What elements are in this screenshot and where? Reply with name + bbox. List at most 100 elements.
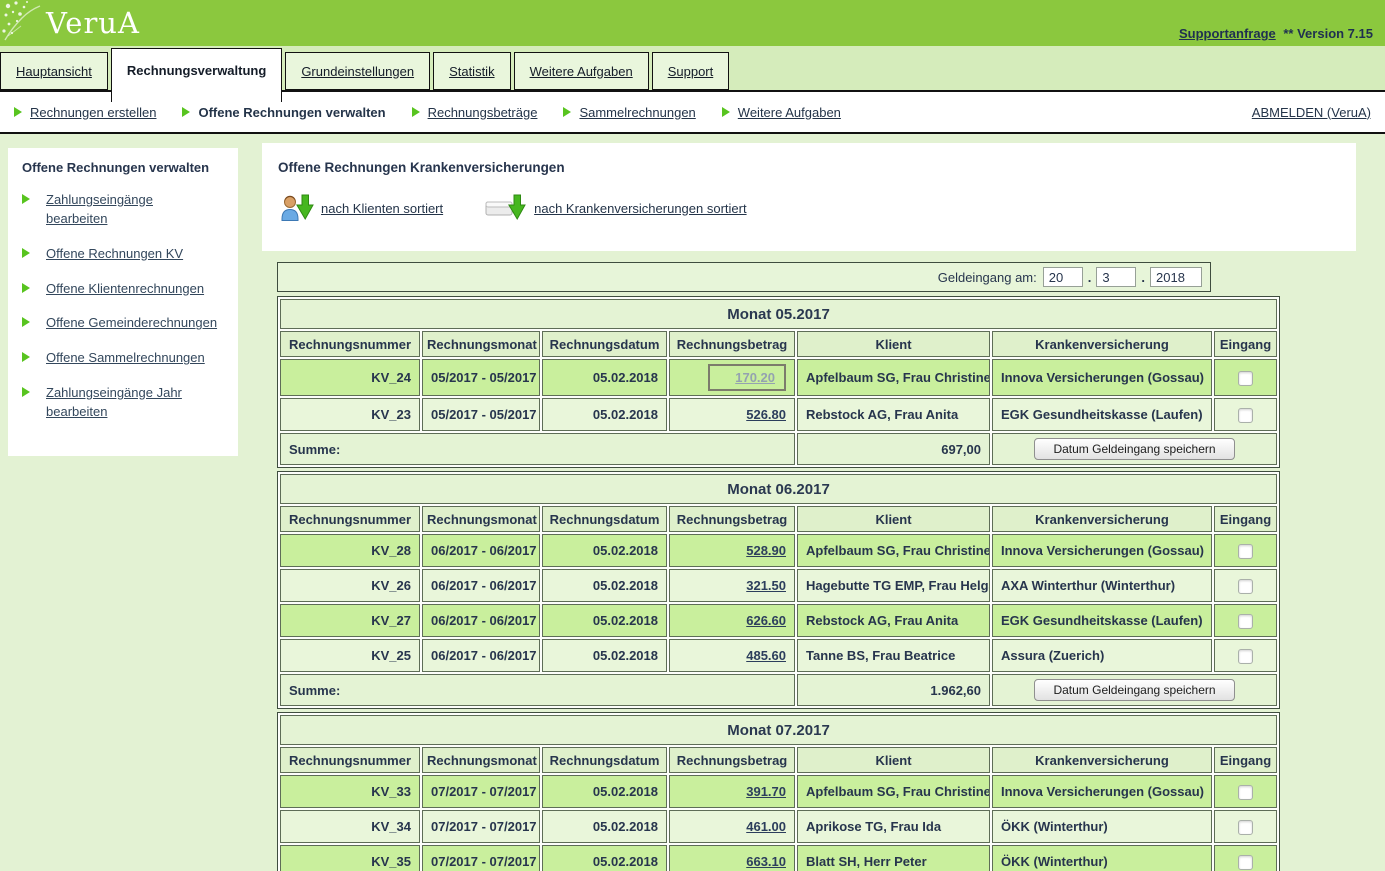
invoice-amount-link[interactable]: 663.10 (746, 854, 786, 869)
cell-rechnungsnummer: KV_25 (280, 639, 420, 672)
month-title: Monat 05.2017 (280, 299, 1277, 329)
subnav-offene-rechnungen-verwalten[interactable]: Offene Rechnungen verwalten (182, 105, 385, 120)
invoice-row: KV_3307/2017 - 07/201705.02.2018391.70Ap… (280, 775, 1277, 808)
column-header: Rechnungsbetrag (669, 506, 795, 532)
tab-hauptansicht[interactable]: Hauptansicht (0, 52, 108, 90)
summe-label: Summe: (280, 674, 795, 706)
cell-rechnungsnummer: KV_33 (280, 775, 420, 808)
arrow-right-icon (182, 107, 190, 117)
column-header: Klient (797, 747, 990, 773)
invoice-row: KV_2606/2017 - 06/201705.02.2018321.50Ha… (280, 569, 1277, 602)
summe-label: Summe: (280, 433, 795, 465)
eingang-checkbox[interactable] (1238, 371, 1253, 386)
geldeingang-day-input[interactable] (1043, 267, 1083, 287)
sort-by-insurance[interactable]: nach Krankenversicherungen sortiert (485, 193, 746, 223)
invoice-amount-link[interactable]: 461.00 (746, 819, 786, 834)
subnav-rechnungen-erstellen[interactable]: Rechnungen erstellen (14, 105, 156, 120)
cell-krankenversicherung: Innova Versicherungen (Gossau) (992, 534, 1212, 567)
cell-krankenversicherung: Innova Versicherungen (Gossau) (992, 359, 1212, 396)
cell-rechnungsnummer: KV_23 (280, 398, 420, 431)
column-header: Klient (797, 331, 990, 357)
column-header: Rechnungsmonat (422, 747, 540, 773)
invoice-amount-link[interactable]: 321.50 (746, 578, 786, 593)
cell-klient: Rebstock AG, Frau Anita (797, 604, 990, 637)
subnav-rechnungsbetraege[interactable]: Rechnungsbeträge (412, 105, 538, 120)
cell-rechnungsmonat: 05/2017 - 05/2017 (422, 359, 540, 396)
invoice-amount-link[interactable]: 170.20 (735, 370, 775, 385)
cell-eingang (1214, 359, 1277, 396)
eingang-checkbox[interactable] (1238, 820, 1253, 835)
cell-rechnungsmonat: 06/2017 - 06/2017 (422, 534, 540, 567)
version-label: ** Version 7.15 (1283, 26, 1373, 41)
cell-rechnungsdatum: 05.02.2018 (542, 359, 667, 396)
geldeingang-bar: Geldeingang am: . . (277, 262, 1211, 292)
cell-rechnungsbetrag: 321.50 (669, 569, 795, 602)
sidebar-item-offene-sammelrechnungen[interactable]: Offene Sammelrechnungen (22, 349, 218, 368)
summe-value: 1.962,60 (797, 674, 990, 706)
invoice-table-month: Monat 06.2017RechnungsnummerRechnungsmon… (277, 471, 1280, 709)
geldeingang-year-input[interactable] (1150, 267, 1202, 287)
logo: VeruA (2, 0, 140, 46)
month-title: Monat 06.2017 (280, 474, 1277, 504)
arrow-right-icon (22, 387, 30, 397)
save-date-button[interactable]: Datum Geldeingang speichern (1034, 679, 1234, 701)
top-brand-bar: VeruA Supportanfrage ** Version 7.15 (0, 0, 1385, 46)
tab-rechnungsverwaltung[interactable]: Rechnungsverwaltung (111, 48, 282, 102)
arrow-right-icon (22, 248, 30, 258)
verua-app-window: VeruA Supportanfrage ** Version 7.15 Hau… (0, 0, 1385, 871)
cell-eingang (1214, 639, 1277, 672)
invoice-amount-link[interactable]: 528.90 (746, 543, 786, 558)
tab-support[interactable]: Support (652, 52, 730, 90)
topbar-right: Supportanfrage ** Version 7.15 (1179, 26, 1373, 41)
cell-krankenversicherung: Innova Versicherungen (Gossau) (992, 775, 1212, 808)
eingang-checkbox[interactable] (1238, 408, 1253, 423)
cell-rechnungsdatum: 05.02.2018 (542, 845, 667, 871)
arrow-right-icon (722, 107, 730, 117)
subnav-sammelrechnungen[interactable]: Sammelrechnungen (563, 105, 695, 120)
save-date-button[interactable]: Datum Geldeingang speichern (1034, 438, 1234, 460)
sidebar-item-zahlungseingaenge-jahr[interactable]: Zahlungseingänge Jahr bearbeiten (22, 384, 218, 422)
focus-ring: 170.20 (708, 364, 786, 391)
invoice-amount-link[interactable]: 391.70 (746, 784, 786, 799)
eingang-checkbox[interactable] (1238, 649, 1253, 664)
invoice-tables: Monat 05.2017RechnungsnummerRechnungsmon… (277, 296, 1280, 871)
eingang-checkbox[interactable] (1238, 544, 1253, 559)
eingang-checkbox[interactable] (1238, 855, 1253, 870)
subnav-weitere-aufgaben[interactable]: Weitere Aufgaben (722, 105, 841, 120)
cell-rechnungsdatum: 05.02.2018 (542, 569, 667, 602)
tab-weitere-aufgaben[interactable]: Weitere Aufgaben (514, 52, 649, 90)
eingang-checkbox[interactable] (1238, 614, 1253, 629)
cell-klient: Rebstock AG, Frau Anita (797, 398, 990, 431)
cell-rechnungsbetrag: 663.10 (669, 845, 795, 871)
column-header: Eingang (1214, 506, 1277, 532)
cell-eingang (1214, 569, 1277, 602)
column-header: Rechnungsmonat (422, 506, 540, 532)
invoice-amount-link[interactable]: 485.60 (746, 648, 786, 663)
logo-text: VeruA (46, 0, 140, 46)
sidebar-item-zahlungseingaenge-bearbeiten[interactable]: Zahlungseingänge bearbeiten (22, 191, 218, 229)
cell-rechnungsbetrag: 526.80 (669, 398, 795, 431)
sidebar-panel: Offene Rechnungen verwalten Zahlungseing… (8, 148, 238, 456)
geldeingang-month-input[interactable] (1096, 267, 1136, 287)
invoice-amount-link[interactable]: 626.60 (746, 613, 786, 628)
sidebar-item-offene-gemeinderechnungen[interactable]: Offene Gemeinderechnungen (22, 314, 218, 333)
invoice-amount-link[interactable]: 526.80 (746, 407, 786, 422)
column-header: Rechnungsnummer (280, 747, 420, 773)
cell-rechnungsmonat: 07/2017 - 07/2017 (422, 775, 540, 808)
sort-by-client[interactable]: nach Klienten sortiert (278, 193, 443, 223)
eingang-checkbox[interactable] (1238, 579, 1253, 594)
tab-statistik[interactable]: Statistik (433, 52, 511, 90)
invoice-row: KV_2806/2017 - 06/201705.02.2018528.90Ap… (280, 534, 1277, 567)
tab-grundeinstellungen[interactable]: Grundeinstellungen (285, 52, 430, 90)
column-header: Rechnungsbetrag (669, 747, 795, 773)
arrow-right-icon (412, 107, 420, 117)
eingang-checkbox[interactable] (1238, 785, 1253, 800)
sidebar-item-offene-rechnungen-kv[interactable]: Offene Rechnungen KV (22, 245, 218, 264)
cell-krankenversicherung: EGK Gesundheitskasse (Laufen) (992, 604, 1212, 637)
abmelden-link[interactable]: ABMELDEN (VeruA) (1252, 105, 1371, 120)
insurance-sort-icon (485, 193, 527, 223)
cell-rechnungsbetrag: 626.60 (669, 604, 795, 637)
sort-links: nach Klienten sortiert nach Krankenversi… (278, 193, 1356, 223)
supportanfrage-link[interactable]: Supportanfrage (1179, 26, 1276, 41)
sidebar-item-offene-klientenrechnungen[interactable]: Offene Klientenrechnungen (22, 280, 218, 299)
